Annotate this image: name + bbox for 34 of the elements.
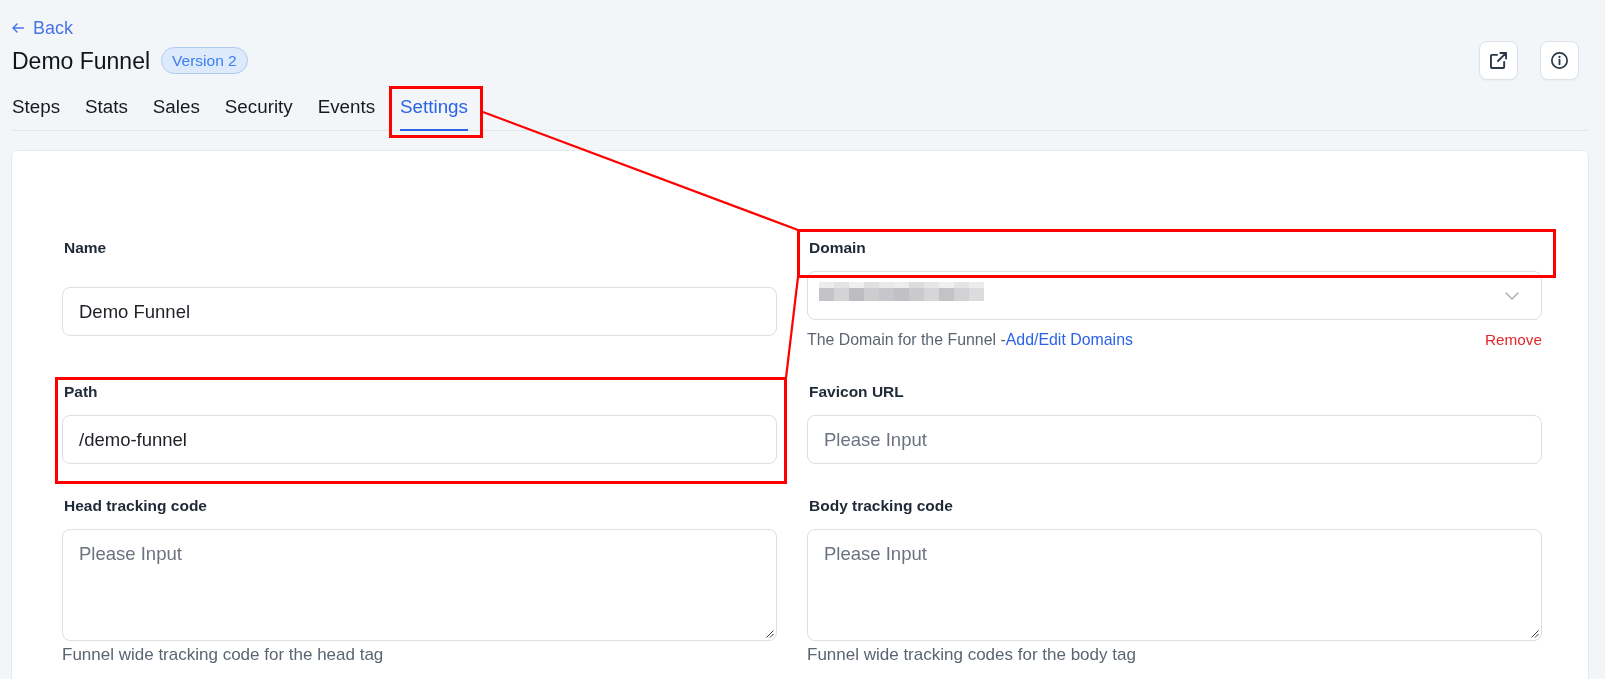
field-label: Body tracking code <box>809 496 953 516</box>
page-title: Demo Funnel <box>12 46 151 75</box>
version-badge: Version 2 <box>161 47 248 74</box>
chevron-down-icon <box>1505 291 1519 300</box>
help-text: Funnel wide tracking codes for the body tag <box>807 644 1136 666</box>
code-textarea[interactable]: Please Input <box>807 529 1542 641</box>
back-link[interactable]: Back <box>12 17 74 39</box>
tab[interactable]: Events <box>317 86 376 131</box>
text-input[interactable]: Please Input <box>807 415 1542 464</box>
text-input[interactable]: /demo-funnel <box>62 415 777 464</box>
tab[interactable]: Stats <box>85 86 128 131</box>
text-input[interactable]: Demo Funnel <box>62 287 777 336</box>
external-link-icon <box>1490 52 1507 69</box>
field-label: Favicon URL <box>809 382 904 402</box>
domain-select[interactable] <box>807 271 1542 320</box>
arrow-left-icon <box>12 23 24 33</box>
info-button[interactable] <box>1540 41 1579 80</box>
info-icon <box>1551 52 1568 69</box>
tab[interactable]: Steps <box>12 86 61 131</box>
tab[interactable]: Sales <box>152 86 200 131</box>
tab[interactable]: Security <box>224 86 293 131</box>
field-label: Head tracking code <box>64 496 207 516</box>
tab[interactable]: Settings <box>400 86 468 131</box>
resize-grip-icon[interactable] <box>766 630 774 638</box>
code-textarea[interactable]: Please Input <box>62 529 777 641</box>
field-label: Path <box>64 382 98 402</box>
open-external-button[interactable] <box>1479 41 1518 80</box>
add-edit-domains-link[interactable]: Add/Edit Domains <box>1005 331 1133 348</box>
field-label: Name <box>64 238 107 258</box>
resize-grip-icon[interactable] <box>1531 630 1539 638</box>
help-text: The Domain for the Funnel -Add/Edit Domains <box>807 330 1133 350</box>
remove-link[interactable]: Remove <box>1485 330 1542 350</box>
field-label: Domain <box>809 238 866 258</box>
help-text: Funnel wide tracking code for the head tag <box>62 644 384 666</box>
